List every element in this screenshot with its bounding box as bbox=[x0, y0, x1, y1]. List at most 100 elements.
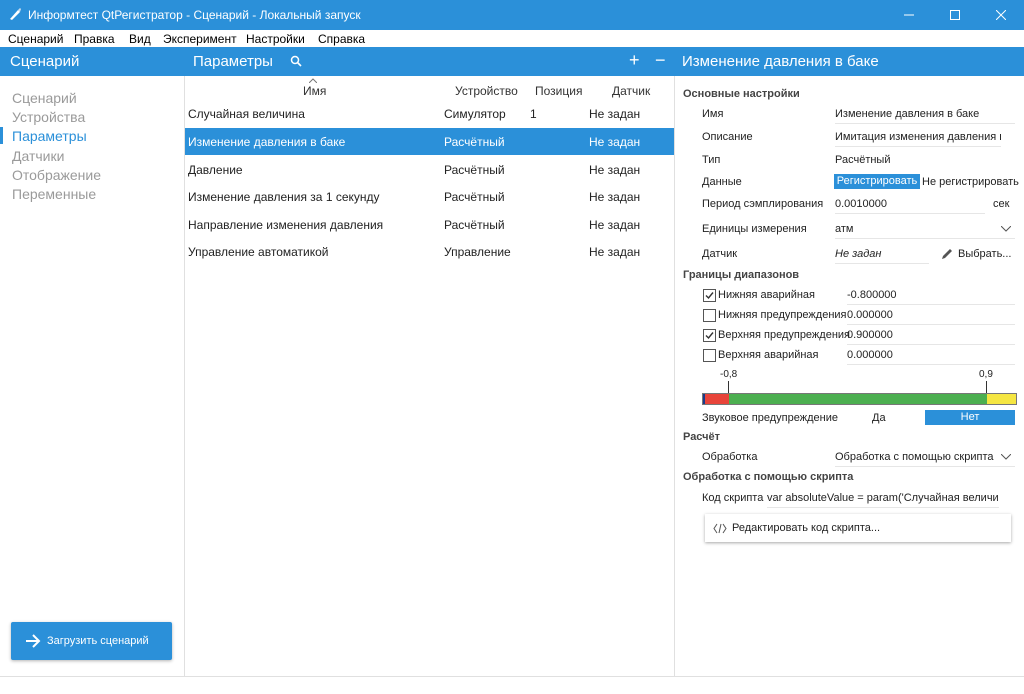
menu-edit[interactable]: Правка bbox=[74, 32, 115, 46]
units-label: Единицы измерения bbox=[702, 223, 807, 235]
search-icon[interactable] bbox=[290, 55, 302, 67]
range-checkbox-low-warning[interactable] bbox=[703, 309, 716, 322]
name-label: Имя bbox=[702, 108, 724, 120]
range-checkbox-low-alarm[interactable] bbox=[703, 289, 716, 302]
name-field[interactable]: Изменение давления в баке bbox=[835, 108, 1015, 124]
load-scenario-label: Загрузить сценарий bbox=[47, 635, 149, 647]
cell-position: 1 bbox=[530, 107, 537, 121]
check-icon bbox=[705, 332, 714, 340]
scale-high-marker bbox=[986, 381, 987, 393]
sensor-label: Датчик bbox=[702, 248, 738, 260]
load-scenario-button[interactable]: Загрузить сценарий bbox=[11, 622, 172, 660]
register-toggle-off[interactable]: Не регистрировать bbox=[922, 176, 1019, 188]
sidebar-item-devices[interactable]: Устройства bbox=[12, 109, 85, 125]
table-row[interactable]: Изменение давления за 1 секунду Расчётны… bbox=[185, 183, 674, 210]
range-checkbox-high-alarm[interactable] bbox=[703, 349, 716, 362]
units-select[interactable]: атм bbox=[835, 223, 1015, 239]
active-nav-marker bbox=[0, 127, 3, 144]
scale-low-marker bbox=[728, 381, 729, 393]
range-value-high-alarm[interactable]: 0.000000 bbox=[847, 349, 1015, 365]
edit-script-button[interactable]: Редактировать код скрипта... bbox=[705, 514, 1011, 542]
menu-view[interactable]: Вид bbox=[129, 32, 151, 46]
sound-yes-option[interactable]: Да bbox=[872, 412, 886, 424]
script-title: Обработка с помощью скрипта bbox=[683, 471, 854, 483]
table-row[interactable]: Направление изменения давления Расчётный… bbox=[185, 211, 674, 238]
scale-segment-warning bbox=[987, 394, 1016, 404]
scale-segment-alarm bbox=[705, 394, 729, 404]
sound-no-option[interactable]: Нет bbox=[925, 410, 1015, 425]
period-unit: сек bbox=[993, 198, 1010, 210]
sidebar-item-variables[interactable]: Переменные bbox=[12, 186, 96, 202]
scale-high-label: 0,9 bbox=[979, 369, 993, 380]
sound-warning-label: Звуковое предупреждение bbox=[702, 412, 838, 424]
title-bar[interactable]: Информтест QtРегистратор - Сценарий - Ло… bbox=[0, 0, 1024, 30]
status-bar bbox=[0, 676, 1024, 694]
range-checkbox-high-warning[interactable] bbox=[703, 329, 716, 342]
column-header-position[interactable]: Позиция bbox=[535, 84, 582, 98]
menu-settings[interactable]: Настройки bbox=[246, 32, 305, 46]
type-label: Тип bbox=[702, 154, 721, 166]
menu-help[interactable]: Справка bbox=[318, 32, 365, 46]
menu-bar: Сценарий Правка Вид Эксперимент Настройк… bbox=[0, 30, 1024, 47]
remove-parameter-button[interactable]: − bbox=[655, 50, 666, 71]
chevron-down-icon bbox=[1001, 226, 1011, 232]
minimize-button[interactable] bbox=[886, 0, 932, 30]
cell-device: Управление bbox=[444, 245, 511, 259]
column-header-sensor[interactable]: Датчик bbox=[612, 84, 650, 98]
range-value-low-warning[interactable]: 0.000000 bbox=[847, 309, 1015, 325]
range-value-low-alarm[interactable]: -0.800000 bbox=[847, 289, 1015, 305]
basic-settings-title: Основные настройки bbox=[683, 88, 800, 100]
sidebar-item-sensors[interactable]: Датчики bbox=[12, 148, 64, 164]
code-icon bbox=[713, 523, 727, 534]
sidebar-item-parameters[interactable]: Параметры bbox=[12, 128, 87, 144]
sidebar-item-display[interactable]: Отображение bbox=[12, 167, 101, 183]
range-label-high-warning: Верхняя предупреждения bbox=[718, 329, 850, 341]
parameters-panel: Имя Устройство Позиция Датчик Случайная … bbox=[185, 76, 675, 676]
processing-select[interactable]: Обработка с помощью скрипта bbox=[835, 451, 1015, 467]
section-header: Сценарий Параметры + − Изменение давлени… bbox=[0, 47, 1024, 76]
cell-device: Расчётный bbox=[444, 135, 505, 149]
description-label: Описание bbox=[702, 131, 753, 143]
cell-sensor: Не задан bbox=[589, 107, 641, 121]
description-field[interactable]: Имитация изменения давления в б bbox=[835, 131, 1001, 147]
table-row[interactable]: Давление Расчётный Не задан bbox=[185, 156, 674, 183]
column-header-device[interactable]: Устройство bbox=[455, 84, 518, 98]
range-scale-bar bbox=[702, 393, 1017, 405]
chevron-down-icon bbox=[1001, 454, 1011, 460]
maximize-icon bbox=[950, 10, 960, 20]
scale-low-label: -0,8 bbox=[720, 369, 738, 380]
cell-sensor: Не задан bbox=[589, 163, 641, 177]
cell-name: Изменение давления за 1 секунду bbox=[188, 190, 380, 204]
period-field[interactable]: 0.0010000 bbox=[835, 198, 985, 214]
range-value-high-warning[interactable]: 0.900000 bbox=[847, 329, 1015, 345]
parameter-details-title: Изменение давления в баке bbox=[682, 53, 879, 70]
range-label-low-warning: Нижняя предупреждения bbox=[718, 309, 847, 321]
menu-experiment[interactable]: Эксперимент bbox=[163, 32, 237, 46]
cell-name: Давление bbox=[188, 163, 243, 177]
cell-name: Направление изменения давления bbox=[188, 218, 384, 232]
range-label-high-alarm: Верхняя аварийная bbox=[718, 349, 819, 361]
cell-name: Управление автоматикой bbox=[188, 245, 329, 259]
period-label: Период сэмплирования bbox=[702, 198, 824, 210]
cell-device: Симулятор bbox=[444, 107, 506, 121]
table-row[interactable]: Управление автоматикой Управление Не зад… bbox=[185, 238, 674, 265]
menu-scenario[interactable]: Сценарий bbox=[8, 32, 63, 46]
choose-sensor-button[interactable]: Выбрать... bbox=[958, 248, 1011, 260]
table-row[interactable]: Случайная величина Симулятор 1 Не задан bbox=[185, 100, 674, 127]
sidebar-item-scenario[interactable]: Сценарий bbox=[12, 90, 77, 106]
column-header-name[interactable]: Имя bbox=[303, 84, 326, 98]
register-toggle-on[interactable]: Регистрировать bbox=[834, 174, 920, 189]
type-value: Расчётный bbox=[835, 154, 891, 166]
minimize-icon bbox=[904, 14, 914, 16]
maximize-button[interactable] bbox=[932, 0, 978, 30]
cell-sensor: Не задан bbox=[589, 245, 641, 259]
scale-segment-normal bbox=[729, 394, 987, 404]
calc-title: Расчёт bbox=[683, 431, 721, 443]
cell-sensor: Не задан bbox=[589, 218, 641, 232]
details-panel: Основные настройки Имя Изменение давлени… bbox=[675, 76, 1024, 676]
add-parameter-button[interactable]: + bbox=[629, 50, 640, 71]
script-code-field[interactable]: var absoluteValue = param('Случайная вел… bbox=[767, 492, 999, 508]
arrow-right-icon bbox=[26, 634, 41, 648]
close-button[interactable] bbox=[978, 0, 1024, 30]
table-row-selected[interactable]: Изменение давления в баке Расчётный Не з… bbox=[185, 128, 674, 155]
